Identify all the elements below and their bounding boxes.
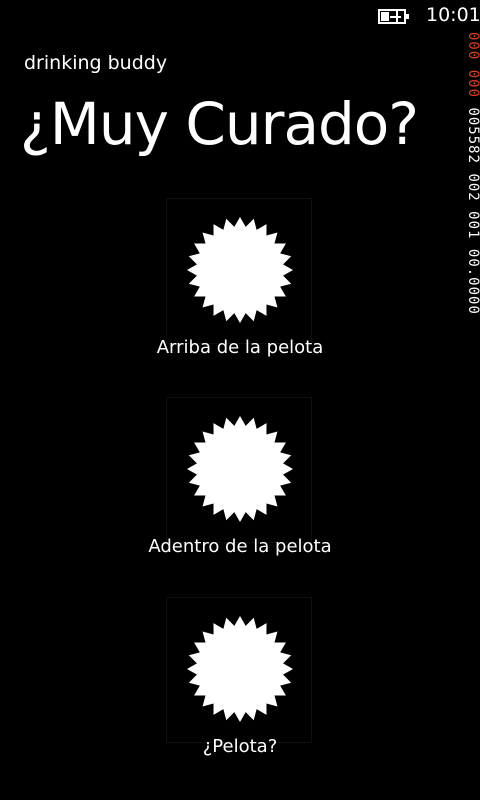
battery-charging-icon (378, 9, 409, 24)
frame-rate-text-b: 005582 002 001 00.0000 (465, 107, 480, 315)
option-label: Arriba de la pelota (156, 337, 324, 358)
clock: 10:01 (426, 4, 480, 26)
option-button-arriba[interactable]: Arriba de la pelota (140, 198, 340, 358)
starburst-icon (187, 217, 293, 323)
app-title: drinking buddy (24, 52, 168, 74)
starburst-shape (187, 616, 293, 722)
frame-rate-text: 000 000 005582 002 001 00.0000 (465, 32, 480, 315)
page-title: ¿Muy Curado? (20, 90, 419, 158)
option-label: ¿Pelota? (202, 736, 278, 757)
frame-rate-text-a: 000 000 (465, 32, 480, 99)
status-bar: 10:01 (0, 0, 480, 32)
starburst-icon (187, 616, 293, 722)
option-button-pelota[interactable]: ¿Pelota? (140, 597, 340, 757)
option-button-adentro[interactable]: Adentro de la pelota (140, 397, 340, 557)
starburst-icon (187, 416, 293, 522)
starburst-shape (187, 416, 293, 522)
option-label: Adentro de la pelota (148, 536, 332, 557)
starburst-shape (187, 217, 293, 323)
frame-rate-counter: 000 000 005582 002 001 00.0000 (464, 32, 480, 392)
